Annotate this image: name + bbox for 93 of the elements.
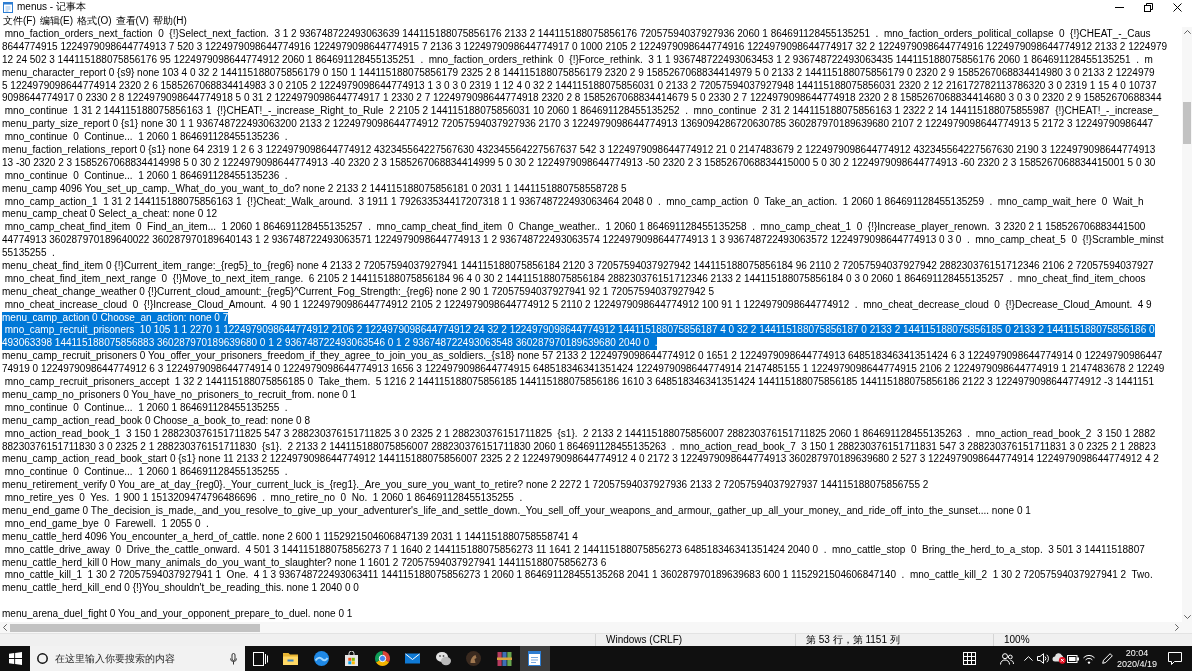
text-line: 13 -30 2320 2 3 1585267068834414998 5 0 30 2 1224979098644774913 -40 2320 2 3 1585267068834414999 5 0 30 2 1224979098644774913 -50 2320 2 3 1585267068834415000 5 0 30 2 1224979098644774913 -60 2320 2 3 1585267068834415001 5 0 30 (2, 156, 1156, 170)
text-line: mno_cheat_increase_cloud 0 {!}Increase_Cloud_Amount. 4 90 1 1224979098644774912 2105 2 1224979098644774912 5 2110 2 1224979098644774912 100 91 1 1224979098644774912 . mno_cheat_decrease_cloud 0 {!}Decrease_Cloud_Amount. 4 9 (3, 298, 1152, 312)
text-line: menu_camp_no_prisoners 0 You_have_no_prisoners_to_recruit_from. none 0 1 (2, 388, 357, 402)
menu-item[interactable]: 查看(V) (113, 14, 151, 27)
microphone-icon[interactable] (230, 652, 237, 665)
scrollbar-thumb[interactable] (10, 623, 260, 632)
text-line: menu_cheat_find_item 0 {!}Current_item_range:_{reg5}_to_{reg6} none 4 2133 2 72057594037927941 144115188075856184 2120 3 72057594037927942 144115188075856184 96 2110 2 72057594037927942 288230376151712346 2106 2 72057594037927 (2, 260, 1154, 273)
text-line: mno_continue 0 Continue... 1 2060 1 864691128455135236 . (3, 131, 288, 144)
text-line: mno_retire_yes 0 Yes. 1 900 1 1513209474796486696 . mno_retire_no 0 No. 1 2060 1 864691128455135255 . (3, 492, 523, 505)
stacked-books-icon (496, 651, 512, 666)
text-line: menu_camp_action_read_book 0 Choose_a_book_to_read: none 0 8 (2, 414, 310, 428)
text-line: 8644774915 1224979098644774913 7 520 3 1224979098644774916 1224979098644774915 7 2136 3 1224979098644774917 0 1000 2105 2 1224979098644774916 1224979098644774917 32 2 1224979098644774916 1224979098644774912 2133 2 1224979 (2, 40, 1168, 54)
chevron-right-icon (1175, 624, 1179, 631)
line-ending-text: Windows (CRLF) (606, 634, 683, 646)
stacked-windows-icon (252, 651, 268, 666)
menu-item[interactable]: 帮助(H) (150, 14, 189, 27)
grid-icon[interactable] (962, 652, 976, 665)
knight-piece-icon (466, 651, 482, 666)
ring-icon (37, 653, 48, 664)
text-line: menu_camp_recruit_prisoners 0 You_offer_your_prisoners_freedom_if_they_agree_to_join_you_as_soldiers._{s18} none 57 2133 2 1224979098644774912 0 1651 2 1224979098644774913 648518346341351424 6 3 1224979098644774914 0 12249790986447 (2, 350, 1163, 364)
text-line: 74919 0 1224979098644774912 6 3 1224979098644774914 0 1224979098644774913 1656 3 1224979098644774915 648518346341351424 1224979098644774914 2147485155 1 1224979098644774915 2106 2 1224979098644774919 1 2147483678 2 12249 (2, 363, 1165, 377)
envelope-icon (405, 651, 421, 666)
text-line: mno_camp_cheat_find_item 0 Find_an_item... 1 2060 1 864691128455135257 . mno_camp_cheat_find_item 0 Change_weather.. 1 2060 1 864691128455135258 . mno_camp_cheat_1 0 {!}Increase_player_renown. 3 2320 2 1 158526706883441500 (3, 221, 1146, 235)
speaker-icon[interactable] (1037, 653, 1049, 664)
text-line: mno_cheat_find_item_next_range 0 {!}Move_to_next_item_range. 6 2105 2 144115188075856184 96 4 0 30 2 144115188075856184 288230376151712346 2133 2 144115188075856184 0 3 0 2060 1 864691128455135257 . mno_cheat_find_item_choos (3, 272, 1146, 286)
text-line: mno_cattle_drive_away 0 Drive_the_cattle_onward. 4 501 3 144115188075856273 7 1 1640 2 144115188075856273 11 1641 2 144115188075856273 648518346341351424 2040 0 . mno_cattle_stop 0 Bring_the_herd_to_a_stop. 3 501 3 14411518807 (3, 543, 1145, 557)
text-line: menu_arena_duel_fight 0 You_and_your_opponent_prepare_to_duel. none 0 1 (2, 608, 353, 621)
clock-time[interactable]: 20:04 (1125, 647, 1149, 659)
text-line: mno_camp_action_1 1 31 2 144115188075856163 1 {!}Cheat:_Walk_around. 3 1911 1 792633534417207318 1 1 936748722493063464 2048 0 . mno_camp_action 0 Take_an_action. 1 2060 1 864691128455135259 . mno_camp_wait_here 0 Wait_h (3, 195, 1144, 209)
window-title: menus - 记事本 (17, 1, 86, 13)
scroll-down-button[interactable] (1182, 612, 1192, 622)
text-line: mno_end_game_bye 0 Farewell. 1 2055 0 . (3, 517, 209, 531)
cloud-cross-icon[interactable] (1052, 653, 1066, 664)
minimize-icon (1115, 6, 1124, 8)
four-panes-icon (8, 652, 22, 665)
scroll-up-button[interactable] (1182, 27, 1192, 37)
menu-item[interactable]: 编辑(E) (37, 14, 76, 27)
text-line: mno_faction_orders_next_faction 0 {!}Select_next_faction. 3 1 2 936748722493063639 144115188075856176 2133 2 144115188075856176 72057594037927936 2060 1 864691128455135251 . mno_faction_orders_political_collapse 0 {!}CHEAT_-_Caus (3, 28, 1151, 41)
clock-date[interactable]: 2020/4/19 (1116, 658, 1157, 670)
text-line: menu_cattle_herd_kill 0 How_many_animals_do_you_want_to_slaughter? none 1 1601 2 72057594037927941 144115188075856273 6 (2, 556, 607, 570)
notepad-icon (527, 651, 543, 666)
search-field[interactable]: 在这里输入你要搜索的内容 (55, 650, 223, 667)
text-line: menu_party_size_report 0 {s1} none 30 1 1 936748722493063200 2133 2 1224979098644774912 72057594037927936 2170 3 1224979098644774913 1369094286720630785 360287970189639680 2107 2 1224979098644774913 5 2172 3 12249790986447 (2, 118, 1154, 132)
horizontal-scrollbar[interactable] (0, 622, 1182, 633)
text-line: menu_camp_action_read_book_start 0 {s1} none 11 2133 2 1224979098644774912 144115188075856007 2325 2 2 1224979098644774912 4 0 2172 3 1224979098644774913 360287970189639680 2 527 3 1224979098644774914 1224979098644774912 4 2 (2, 453, 1159, 467)
text-line: mno_continue 0 Continue... 1 2060 1 864691128455135255 . (3, 401, 288, 415)
people-icon[interactable] (1000, 652, 1014, 665)
battery-icon[interactable] (1067, 654, 1079, 663)
vertical-scrollbar[interactable] (1182, 27, 1192, 622)
segmented-circle-icon (374, 651, 390, 666)
text-line: menu_character_report 0 {s9} none 103 4 0 32 2 144115188075856179 0 150 1 144115188075856179 2325 2 8 144115188075856179 2320 2 9 1585267068834414979 5 0 2133 2 144115188075856179 0 2320 2 9 1585267068834414980 3 0 2133 2 1224979 (2, 66, 1155, 80)
chevron-up-icon[interactable] (1023, 656, 1033, 661)
text-line: mno_action_read_book_1 3 150 1 288230376151711825 547 3 288230376151711825 3 0 2325 2 1 288230376151711825 {s1}. 2 2133 2 144115188075856007 288230376151711825 2060 1 864691128455135263 . mno_action_read_book_2 3 150 1 2882 (3, 427, 1156, 441)
text-line: 88230376151711830 3 0 2325 2 1 288230376151711830 {s1}. 2 2133 2 144115188075856007 288230376151711830 2060 1 864691128455135263 . mno_action_read_book_7 3 150 1 288230376151711831 547 3 288230376151711831 3 0 2325 2 1 28823 (2, 440, 1156, 454)
folder-icon (283, 651, 299, 666)
text-line: mno_continue 0 Continue... 1 2060 1 864691128455135236 . (3, 169, 288, 183)
cursor-position-text: 第 53 行，第 1151 列 (806, 634, 900, 646)
text-line: menu_end_game 0 The_decision_is_made,_and_you_resolve_to_give_up_your_adventurer's_life_and_settle_down._You_sell_off_your_weapons_and_armour,_gather_up_all_your_money,_and_ride_off_into_the_sunset.... none 0 1 (2, 504, 1031, 518)
text-line: menu_camp 4096 You_set_up_camp._What_do_you_want_to_do? none 2 2133 2 144115188075856181 0 2031 1 1441151880758558728 5 (2, 182, 627, 196)
menu-item[interactable]: 格式(O) (75, 14, 114, 27)
text-line: 44774913 360287970189640022 360287970189640143 1 2 936748722493063571 1224979098644774913 1 2 936748722493063574 1224979098644774913 1 3 936748722493063572 1224979098644774913 0 3 0 . mno_camp_cheat_5 0 {!}Scramble_minst (2, 234, 1164, 248)
restore-icon (1144, 2, 1153, 12)
scroll-right-button[interactable] (1172, 622, 1182, 633)
text-line: menu_camp_cheat 0 Select_a_cheat: none 0 12 (2, 208, 218, 222)
chevron-up-icon (1183, 30, 1191, 34)
zoom-level-text: 100% (1004, 634, 1030, 646)
text-line: 55135255 . (2, 247, 55, 261)
text-line: 9098644774917 0 2330 2 8 1224979098644774918 5 0 31 2 1224979098644774917 1 2330 2 7 1224979098644774918 2320 2 8 1585267068834414679 5 0 2330 2 7 1224979098644774918 2320 2 8 1585267068834414680 3 0 3 0 2320 2 9 15852670688344 (2, 92, 1162, 106)
shopping-bag-icon (344, 651, 360, 666)
taskbar-button[interactable] (519, 646, 550, 671)
scroll-left-button[interactable] (0, 622, 10, 633)
text-line: menu_cattle_herd_kill_end 0 {!}You_shouldn't_be_reading_this. none 1 2040 0 0 (2, 582, 359, 596)
text-line: menu_cheat_change_weather 0 {!}Current_cloud_amount:_{reg5}^Current_Fog_Strength:_{reg6} none 2 90 1 72057594037927941 92 1 72057594037927942 5 (2, 285, 714, 299)
wave-disc-icon (313, 651, 329, 666)
menu-item[interactable]: 文件(F) (1, 14, 38, 27)
scrollbar-thumb[interactable] (1183, 102, 1191, 144)
search-bar[interactable]: 在这里输入你要搜索的内容 (30, 646, 245, 671)
text-line: menu_retirement_verify 0 You_are_at_day_{reg0}._Your_current_luck_is_{reg1}._Are_you_sure_you_want_to_retire? none 2 2272 1 72057594037927936 2133 2 72057594037927937 144115188075856755 2 (2, 479, 929, 493)
chevron-left-icon (3, 624, 7, 631)
text-line: menu_cattle_herd 4096 You_encounter_a_herd_of_cattle. none 2 600 1 1152921504606847139 2031 1 1441151880758558741 4 (2, 530, 578, 544)
text-line: mno_continue 1 31 2 144115188075856163 1 {!}CHEAT!_-_increase_Right_to_Rule 2 2105 2 144115188075856031 10 2060 1 864691128455135252 . mno_continue 2 31 2 144115188075856163 1 2322 2 14 144115188075855987 {!}CHEAT!_-_increase_ (3, 105, 1159, 119)
message-bubble-icon[interactable] (1168, 652, 1182, 665)
text-line: 12 24 502 3 144115188075856176 95 1224979098644774912 2060 1 864691128455135251 . mno_faction_orders_rethink 0 {!}Force_rethink. 3 1 1 936748722493063453 1 2 936748722493063435 144115188075856176 2060 1 864691128455135251 . m (2, 53, 1153, 67)
text-line: menu_faction_relations_report 0 {s1} none 64 2319 1 2 6 3 1224979098644774912 432345564227567630 432345564227567637 542 3 1224979098644774912 21 0 2147483679 2 1224979098644774912 432345564227567630 2190 3 1224979098644774913 (2, 144, 1156, 157)
text-line: mno_cattle_kill_1 1 30 2 72057594037927941 1 One. 4 1 3 936748722493063411 144115188075856273 1 2060 1 864691128455135268 2041 1 360287970189639683 600 1 1152921504606847140 . mno_cattle_kill_2 1 30 2 72057594037927941 2 Two. (3, 569, 1153, 583)
wifi-icon[interactable] (1083, 653, 1095, 664)
pen-icon[interactable] (1101, 653, 1113, 664)
chat-bubbles-icon (435, 651, 451, 666)
text-line: 5 1224979098644774914 2320 2 6 1585267068834414983 3 0 2105 2 1224979098644774913 1 3 0 3 0 2319 1 12 4 0 32 2 144115188075856031 0 2133 2 72057594037927948 144115188075856031 2320 2 12 216172782113786320 3 0 2319 1 15 4 0 10737 (2, 79, 1157, 93)
close-icon (1173, 2, 1182, 12)
chevron-down-icon (1183, 615, 1191, 619)
text-line: mno_continue 0 Continue... 1 2060 1 864691128455135255 . (3, 466, 288, 480)
text-line: mno_camp_recruit_prisoners_accept 1 32 2 144115188075856185 0 Take_them. 5 1216 2 144115188075856185 144115188075856186 1610 3 648518346341351424 144115188075856185 144115188075856186 2122 3 1224979098644774912 -3 1441151 (3, 376, 1154, 389)
